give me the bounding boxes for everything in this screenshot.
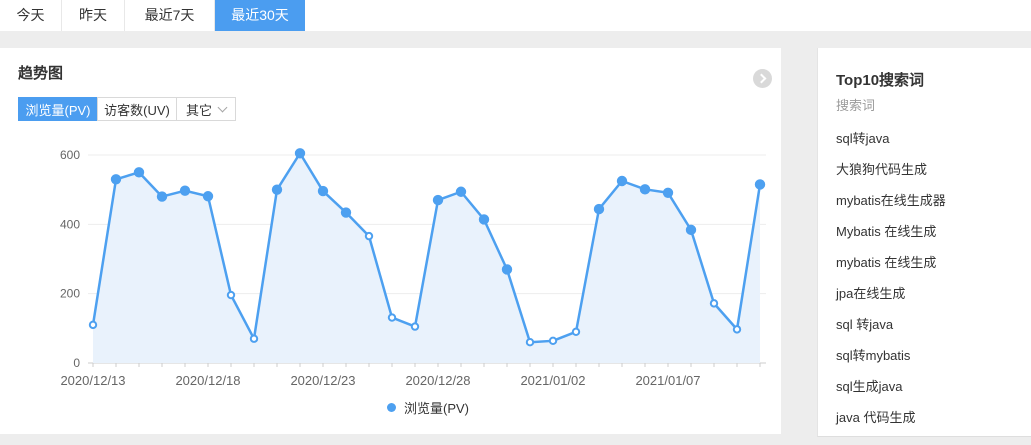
search-term-item: mybatis在线生成器	[818, 185, 1031, 216]
search-term-list: sql转java 大狼狗代码生成 mybatis在线生成器 Mybatis 在线…	[818, 123, 1031, 433]
search-term-item: sql转mybatis	[818, 340, 1031, 371]
metric-tab-pv-label: 浏览量(PV)	[25, 100, 90, 119]
sidebar-title: Top10搜索词	[836, 72, 1031, 90]
tab-last-7-days[interactable]: 最近7天	[125, 0, 215, 31]
svg-text:2021/01/07: 2021/01/07	[635, 373, 700, 388]
svg-text:200: 200	[60, 287, 80, 301]
svg-text:2020/12/13: 2020/12/13	[60, 373, 125, 388]
search-term-item: jpa在线生成	[818, 278, 1031, 309]
svg-text:2020/12/18: 2020/12/18	[175, 373, 240, 388]
expand-button[interactable]	[753, 69, 772, 88]
search-term-item: sql生成java	[818, 371, 1031, 402]
panel-title: 趋势图	[18, 62, 63, 83]
metric-tab-pv[interactable]: 浏览量(PV)	[18, 97, 98, 121]
top10-search-panel: Top10搜索词 搜索词 sql转java 大狼狗代码生成 mybatis在线生…	[817, 48, 1031, 437]
search-term-item: mybatis 在线生成	[818, 247, 1031, 278]
search-term-column-header: 搜索词	[836, 98, 1031, 114]
search-term-item: Mybatis 在线生成	[818, 216, 1031, 247]
legend-label: 浏览量(PV)	[404, 398, 469, 417]
svg-text:600: 600	[60, 148, 80, 162]
metric-tab-uv[interactable]: 访客数(UV)	[97, 97, 177, 121]
trend-panel: 趋势图 浏览量(PV) 访客数(UV) 其它 0 200 400 600 2020/12…	[0, 48, 781, 434]
metric-tab-uv-label: 访客数(UV)	[104, 100, 170, 119]
metric-tab-other-label: 其它	[186, 100, 212, 119]
svg-text:0: 0	[73, 356, 80, 370]
chevron-right-icon	[757, 74, 767, 84]
legend-dot-icon	[387, 403, 396, 412]
search-term-item: sql转java	[818, 123, 1031, 154]
svg-text:400: 400	[60, 217, 80, 231]
svg-text:2021/01/02: 2021/01/02	[520, 373, 585, 388]
tab-today[interactable]: 今天	[0, 0, 62, 31]
chevron-down-icon	[218, 102, 228, 112]
search-term-item: java 代码生成	[818, 402, 1031, 433]
metric-tabs: 浏览量(PV) 访客数(UV) 其它	[18, 97, 236, 121]
search-term-item: 大狼狗代码生成	[818, 154, 1031, 185]
chart-legend[interactable]: 浏览量(PV)	[90, 399, 766, 415]
date-range-tabs: 今天 昨天 最近7天 最近30天	[0, 0, 1031, 31]
trend-line-chart: 0 200 400 600 2020/12/13 2020/12/18 2020/12/23…	[0, 140, 781, 400]
analytics-page: 今天 昨天 最近7天 最近30天 趋势图 浏览量(PV) 访客数(UV) 其它 …	[0, 0, 1031, 445]
svg-text:2020/12/23: 2020/12/23	[290, 373, 355, 388]
tab-last-30-days[interactable]: 最近30天	[215, 0, 305, 31]
tab-yesterday[interactable]: 昨天	[62, 0, 125, 31]
search-term-item: sql 转java	[818, 309, 1031, 340]
metric-tab-other-dropdown[interactable]: 其它	[176, 97, 236, 121]
svg-text:2020/12/28: 2020/12/28	[405, 373, 470, 388]
